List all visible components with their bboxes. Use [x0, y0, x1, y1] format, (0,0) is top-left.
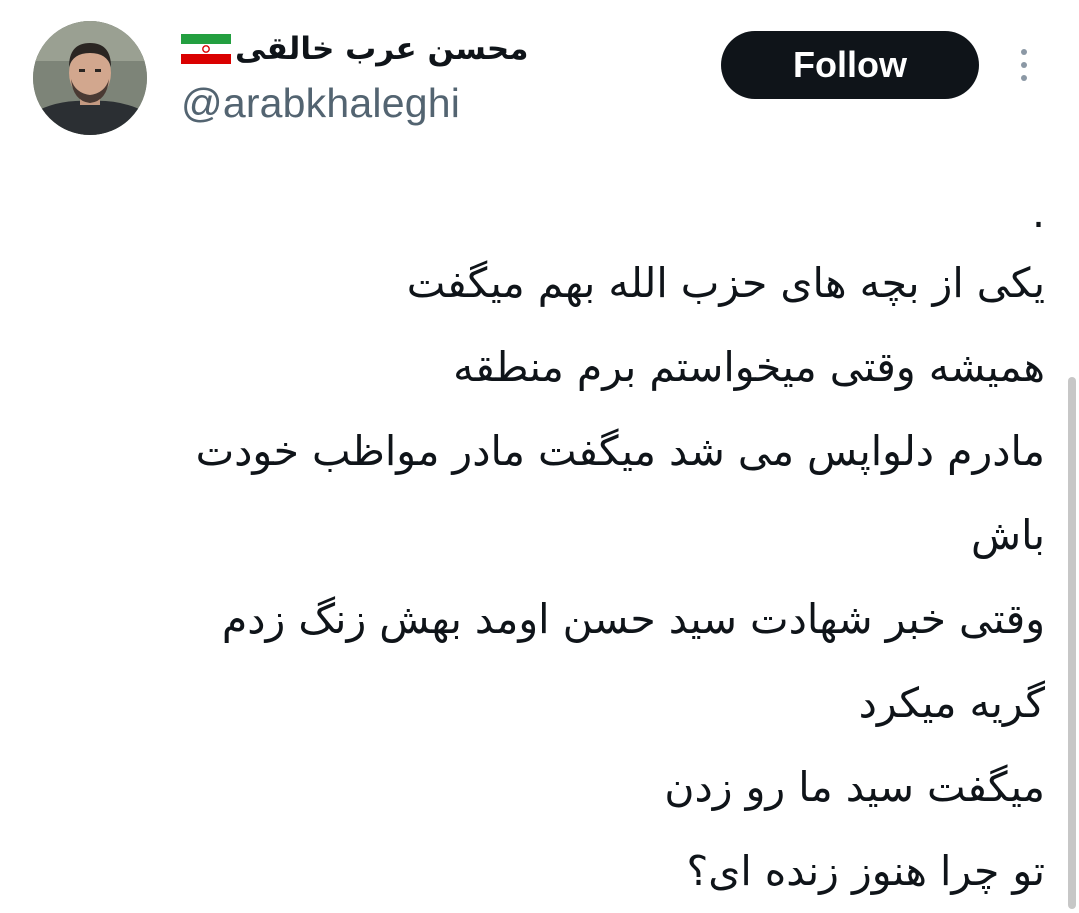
tweet-line: تو چرا هنوز زنده ای؟ — [686, 847, 1045, 895]
tweet-line: همیشه وقتی میخواستم برم منطقه — [453, 343, 1045, 391]
iran-flag-icon — [181, 34, 231, 64]
vertical-ellipsis-icon — [1021, 75, 1027, 81]
scrollbar[interactable] — [1068, 377, 1076, 909]
tweet-line: گریه میکرد — [858, 679, 1045, 727]
tweet-line: مادرم دلواپس می شد میگفت مادر مواظب خودت — [195, 427, 1045, 475]
avatar[interactable] — [33, 21, 147, 135]
author-name-row[interactable]: محسن عرب خالقی — [181, 24, 528, 74]
author-handle[interactable]: @arabkhaleghi — [181, 80, 460, 127]
follow-button[interactable]: Follow — [721, 31, 979, 99]
tweet-line: میگفت سید ما رو زدن — [664, 763, 1045, 811]
tweet-line: . — [1031, 189, 1045, 237]
more-options-button[interactable] — [1008, 44, 1040, 86]
author-display-name: محسن عرب خالقی — [235, 31, 529, 67]
tweet-text: . یکی از بچه های حزب الله بهم میگفت همیش… — [55, 185, 1045, 913]
tweet-line: وقتی خبر شهادت سید حسن اومد بهش زنگ زدم — [221, 595, 1045, 643]
tweet-line: باش — [971, 511, 1045, 559]
vertical-ellipsis-icon — [1021, 62, 1027, 68]
tweet-line: یکی از بچه های حزب الله بهم میگفت — [406, 259, 1045, 307]
vertical-ellipsis-icon — [1021, 49, 1027, 55]
avatar-photo — [33, 21, 147, 135]
